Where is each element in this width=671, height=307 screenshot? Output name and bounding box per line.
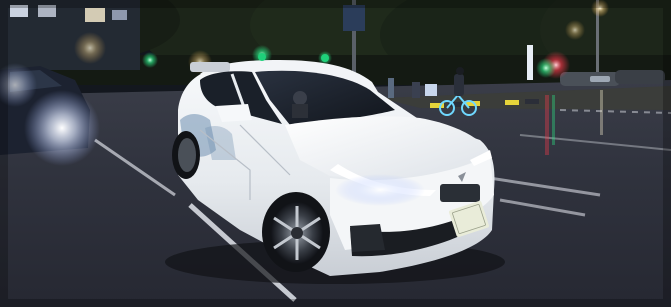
lidar-sensor: [190, 62, 230, 72]
headlight: [335, 174, 425, 206]
shop-light: [74, 32, 106, 64]
side-mirror: [216, 104, 252, 122]
lidar-light: [258, 53, 266, 61]
front-sensor: [440, 184, 480, 202]
rear-wheel: [172, 131, 200, 179]
front-wheel: [262, 192, 330, 272]
buildings-left: [0, 0, 140, 70]
headlight-glow: [24, 90, 100, 166]
scene-canvas: [0, 0, 671, 307]
traffic-light-green: [142, 52, 158, 68]
night-street-scene: [0, 0, 671, 307]
neon-sign-green: [536, 58, 556, 78]
traffic-sign: [343, 5, 365, 31]
streetlight-glow: [565, 20, 585, 40]
distant-cars: [560, 70, 665, 86]
lidar-light: [321, 54, 329, 62]
